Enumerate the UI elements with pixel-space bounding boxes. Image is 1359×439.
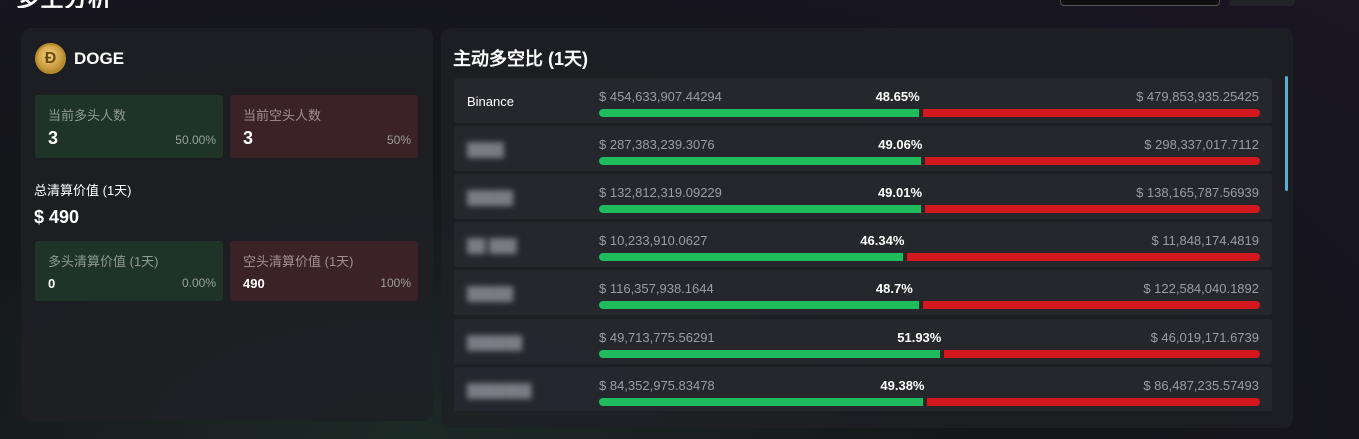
- short-bar-fill: [922, 109, 1260, 117]
- long-volume: $ 287,383,239.3076: [599, 137, 715, 153]
- long-volume: $ 454,633,907.44294: [599, 89, 722, 104]
- total-liquidation-label: 总清算价值 (1天): [34, 183, 132, 198]
- long-percent: 49.06%: [878, 137, 923, 153]
- period-select[interactable]: [1060, 0, 1220, 6]
- exchange-row[interactable]: █████ $ 132,812,319.09229 49.01% $ 138,165,…: [454, 174, 1272, 220]
- long-volume: $ 116,357,938.1644: [599, 281, 714, 297]
- long-volume: $ 49,713,775.56291: [599, 329, 715, 345]
- long-volume: $ 132,812,319.09229: [599, 185, 722, 201]
- short-volume: $ 298,337,017.7112: [1144, 137, 1259, 153]
- short-volume: $ 122,584,040.1892: [1143, 281, 1259, 297]
- long-percent: 48.7%: [875, 281, 913, 297]
- short-volume: $ 86,487,235.57493: [1143, 377, 1259, 393]
- ratio-bar: [599, 157, 1260, 166]
- short-bar-fill: [922, 301, 1260, 310]
- long-percent: 46.34%: [860, 233, 905, 249]
- total-liquidation-value: $ 490: [34, 207, 80, 227]
- short-bar-fill: [907, 253, 1260, 262]
- long-bar-fill: [599, 157, 922, 166]
- exchange-row[interactable]: ██████ $ 49,713,775.56291 51.93% $ 46,019,1…: [454, 318, 1272, 364]
- short-liquidation-value: 490: [243, 276, 265, 291]
- short-volume: $ 11,848,174.4819: [1151, 233, 1259, 249]
- long-liquidation-value: 0: [48, 276, 56, 291]
- current-short-box: 当前空头人数 3 50%: [230, 95, 418, 158]
- page-title: 多空分析: [16, 0, 112, 8]
- long-volume: $ 84,352,975.83478: [599, 377, 715, 393]
- current-short-value: 3: [243, 128, 254, 148]
- coin-summary-card: Ð DOGE 当前多头人数 3 50.00% 当前空头人数 3 50% 总清算价…: [21, 28, 433, 421]
- current-long-label: 当前多头人数: [48, 108, 127, 123]
- long-percent: 48.65%: [875, 89, 920, 104]
- exchange-row[interactable]: ███████ $ 84,352,975.83478 49.38% $ 86,487,…: [454, 366, 1272, 411]
- ratio-title: 主动多空比 (1天): [453, 49, 588, 69]
- long-liquidation-pct: 0.00%: [181, 276, 216, 290]
- ratio-bar: [599, 253, 1260, 262]
- exchange-name: ██████: [467, 334, 523, 350]
- ratio-bar: [599, 301, 1260, 310]
- long-percent: 49.38%: [880, 377, 925, 393]
- exchange-row[interactable]: █████ $ 116,357,938.1644 48.7% $ 122,584,04…: [454, 270, 1272, 316]
- long-short-ratio-card: 主动多空比 (1天) Binance $ 454,633,907.44294 48.…: [441, 28, 1293, 428]
- current-short-pct: 50%: [386, 133, 411, 147]
- coin-symbol: DOGE: [74, 48, 125, 68]
- long-liquidation-box: 多头清算价值 (1天) 0 0.00%: [35, 241, 223, 301]
- long-bar-fill: [599, 109, 919, 117]
- long-bar-fill: [599, 349, 941, 358]
- long-bar-fill: [599, 397, 924, 406]
- exchange-name: ███████: [467, 382, 532, 398]
- short-volume: $ 138,165,787.56939: [1136, 185, 1259, 201]
- list-scrollbar[interactable]: [1285, 76, 1288, 191]
- ratio-bar: [599, 205, 1260, 214]
- long-bar-fill: [599, 253, 904, 262]
- exchange-name: ██ ███: [467, 238, 517, 254]
- ratio-bar: [599, 397, 1260, 406]
- exchange-name: ████: [467, 142, 504, 158]
- short-bar-fill: [924, 205, 1260, 214]
- long-bar-fill: [599, 205, 921, 214]
- short-volume: $ 46,019,171.6739: [1150, 329, 1259, 345]
- short-bar-fill: [925, 157, 1260, 166]
- current-long-pct: 50.00%: [175, 133, 216, 147]
- long-volume: $ 10,233,910.0627: [599, 233, 708, 249]
- current-short-label: 当前空头人数: [243, 108, 322, 123]
- refresh-button[interactable]: [1229, 0, 1295, 6]
- exchange-name: █████: [467, 190, 514, 206]
- short-volume: $ 479,853,935.25425: [1136, 89, 1259, 104]
- ratio-bar: [599, 109, 1260, 117]
- exchange-name: Binance: [467, 94, 514, 109]
- short-liquidation-label: 空头清算价值 (1天): [243, 254, 354, 269]
- long-bar-fill: [599, 301, 919, 310]
- long-percent: 51.93%: [897, 329, 942, 345]
- ratio-bar: [599, 349, 1260, 358]
- long-liquidation-label: 多头清算价值 (1天): [48, 254, 159, 269]
- long-percent: 49.01%: [877, 185, 923, 201]
- coin-header: Ð DOGE: [35, 43, 124, 74]
- doge-coin-icon: Ð: [35, 43, 66, 74]
- current-long-value: 3: [48, 128, 59, 148]
- exchange-row[interactable]: Binance $ 454,633,907.44294 48.65% $ 479,85…: [454, 78, 1272, 123]
- current-long-box: 当前多头人数 3 50.00%: [35, 95, 223, 158]
- exchange-ratio-list[interactable]: Binance $ 454,633,907.44294 48.65% $ 479,85…: [454, 78, 1274, 411]
- exchange-name: █████: [467, 286, 514, 302]
- exchange-row[interactable]: ████ $ 287,383,239.3076 49.06% $ 298,337,01…: [454, 126, 1272, 172]
- short-liquidation-box: 空头清算价值 (1天) 490 100%: [230, 241, 418, 301]
- short-bar-fill: [944, 349, 1260, 358]
- top-bar: 多空分析: [0, 0, 1359, 12]
- exchange-row[interactable]: ██ ███ $ 10,233,910.0627 46.34% $ 11,848,17…: [454, 222, 1272, 268]
- short-liquidation-pct: 100%: [380, 276, 411, 290]
- short-bar-fill: [927, 397, 1260, 406]
